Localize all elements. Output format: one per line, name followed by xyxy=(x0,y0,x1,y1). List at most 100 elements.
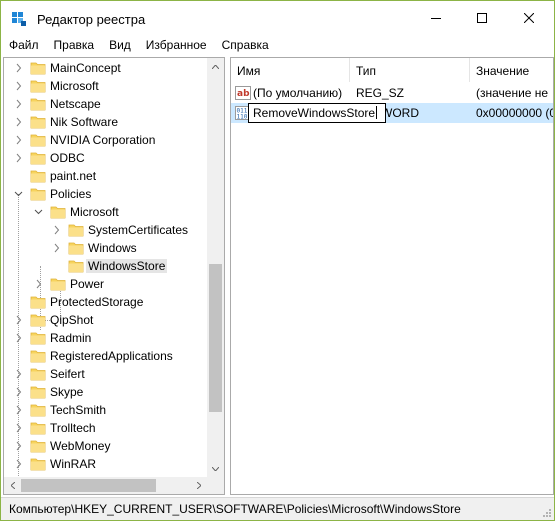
column-header-type[interactable]: Тип xyxy=(350,58,470,82)
tree-item[interactable]: Policies xyxy=(4,185,224,203)
tree-item-label: Radmin xyxy=(50,331,92,345)
tree-item-label: TechSmith xyxy=(50,403,107,417)
folder-icon xyxy=(30,168,46,184)
folder-icon xyxy=(30,420,46,436)
chevron-down-icon[interactable] xyxy=(14,188,23,200)
folder-icon xyxy=(30,60,46,76)
menu-help[interactable]: Справка xyxy=(214,35,276,55)
close-button[interactable] xyxy=(506,1,552,35)
tree-item[interactable]: WindowsStore xyxy=(4,257,224,275)
folder-icon xyxy=(30,150,46,166)
folder-icon xyxy=(30,384,46,400)
folder-icon xyxy=(30,402,46,418)
tree-item[interactable]: Power xyxy=(4,275,224,293)
tree-item-label: ProtectedStorage xyxy=(50,295,144,309)
tree-item[interactable]: ODBC xyxy=(4,149,224,167)
string-value-icon: ab xyxy=(235,85,251,101)
chevron-right-icon[interactable] xyxy=(14,314,23,326)
tree-item[interactable]: MainConcept xyxy=(4,59,224,77)
tree-item-label: Microsoft xyxy=(70,205,119,219)
tree-item[interactable]: WinRAR xyxy=(4,455,224,473)
folder-icon xyxy=(30,438,46,454)
tree-item[interactable]: Radmin xyxy=(4,329,224,347)
tree-item[interactable]: SystemCertificates xyxy=(4,221,224,239)
scroll-left-arrow[interactable] xyxy=(4,477,21,494)
tree-item[interactable]: Seifert xyxy=(4,365,224,383)
chevron-down-icon[interactable] xyxy=(34,206,43,218)
tree-item[interactable]: Windows xyxy=(4,239,224,257)
chevron-right-icon[interactable] xyxy=(14,134,23,146)
scroll-right-arrow[interactable] xyxy=(190,477,207,494)
scroll-up-arrow[interactable] xyxy=(207,58,224,75)
column-header-value[interactable]: Значение xyxy=(470,58,553,82)
chevron-right-icon[interactable] xyxy=(14,386,23,398)
scroll-down-arrow[interactable] xyxy=(207,460,224,477)
column-header-name[interactable]: Имя xyxy=(231,58,350,82)
key-tree-pane[interactable]: WinRAR WebMoney Trolltech TechSmith Skype Sei… xyxy=(3,57,225,495)
tree-item[interactable]: Netscape xyxy=(4,95,224,113)
value-row-default[interactable]: ab (По умолчанию) REG_SZ (значение не xyxy=(231,83,553,103)
menu-file[interactable]: Файл xyxy=(1,35,46,55)
chevron-right-icon[interactable] xyxy=(14,152,23,164)
tree-item[interactable]: Skype xyxy=(4,383,224,401)
chevron-right-icon[interactable] xyxy=(14,98,23,110)
tree-item[interactable]: Trolltech xyxy=(4,419,224,437)
chevron-right-icon[interactable] xyxy=(14,368,23,380)
value-name: (По умолчанию) xyxy=(253,86,343,100)
minimize-icon xyxy=(431,18,441,19)
window-title: Редактор реестра xyxy=(37,12,146,27)
menu-favorites[interactable]: Избранное xyxy=(138,35,214,55)
tree-item-label: Nik Software xyxy=(50,115,119,129)
chevron-right-icon[interactable] xyxy=(14,62,23,74)
folder-icon xyxy=(68,240,84,256)
tree-item-label: Skype xyxy=(50,385,84,399)
tree-item-label: Seifert xyxy=(50,367,85,381)
chevron-down-icon xyxy=(212,466,219,471)
chevron-right-icon[interactable] xyxy=(14,404,23,416)
tree-item-label: RegisteredApplications xyxy=(50,349,173,363)
tree-item[interactable]: paint.net xyxy=(4,167,224,185)
chevron-right-icon[interactable] xyxy=(14,458,23,470)
menu-edit[interactable]: Правка xyxy=(46,35,102,55)
rename-value-input[interactable]: RemoveWindowsStore xyxy=(248,103,386,123)
tree-item-label: QipShot xyxy=(50,313,94,327)
chevron-right-icon[interactable] xyxy=(14,422,23,434)
tree-item[interactable]: NVIDIA Corporation xyxy=(4,131,224,149)
folder-icon xyxy=(68,258,84,274)
tree-item[interactable]: TechSmith xyxy=(4,401,224,419)
tree-item-label: Trolltech xyxy=(50,421,96,435)
tree-item-label: Netscape xyxy=(50,97,101,111)
current-key-path: Компьютер\HKEY_CURRENT_USER\SOFTWARE\Pol… xyxy=(9,502,461,516)
tree-item[interactable]: ProtectedStorage xyxy=(4,293,224,311)
value-type: WORD xyxy=(381,106,419,120)
values-pane[interactable]: Имя Тип Значение ab (По умолчанию) REG_S… xyxy=(230,57,554,495)
tree-item[interactable]: WebMoney xyxy=(4,437,224,455)
tree-item[interactable]: QipShot xyxy=(4,311,224,329)
minimize-button[interactable] xyxy=(413,1,459,35)
folder-icon xyxy=(30,456,46,472)
tree-item[interactable]: RegisteredApplications xyxy=(4,347,224,365)
tree-vertical-scrollbar[interactable] xyxy=(207,58,224,477)
chevron-right-icon[interactable] xyxy=(14,116,23,128)
folder-icon xyxy=(30,312,46,328)
tree-item[interactable]: Nik Software xyxy=(4,113,224,131)
chevron-right-icon[interactable] xyxy=(52,224,61,236)
chevron-right-icon[interactable] xyxy=(34,278,43,290)
maximize-button[interactable] xyxy=(459,1,505,35)
tree-item[interactable]: Microsoft xyxy=(4,203,224,221)
title-bar[interactable]: Редактор реестра xyxy=(1,1,554,35)
value-row-removewindowsstore[interactable]: 011 110 WORD 0x00000000 (0) RemoveWindow… xyxy=(231,103,553,123)
tree-item[interactable]: Microsoft xyxy=(4,77,224,95)
chevron-right-icon[interactable] xyxy=(14,332,23,344)
folder-icon xyxy=(30,186,46,202)
menu-view[interactable]: Вид xyxy=(101,35,138,55)
svg-text:110: 110 xyxy=(237,114,248,121)
chevron-right-icon[interactable] xyxy=(14,440,23,452)
resize-grip-icon[interactable] xyxy=(542,508,552,518)
tree-vertical-scroll-thumb[interactable] xyxy=(209,264,222,412)
chevron-right-icon[interactable] xyxy=(52,242,61,254)
chevron-right-icon[interactable] xyxy=(14,80,23,92)
tree-horizontal-scrollbar[interactable] xyxy=(4,477,207,494)
regedit-app-icon xyxy=(11,11,27,27)
tree-horizontal-scroll-thumb[interactable] xyxy=(21,479,156,492)
